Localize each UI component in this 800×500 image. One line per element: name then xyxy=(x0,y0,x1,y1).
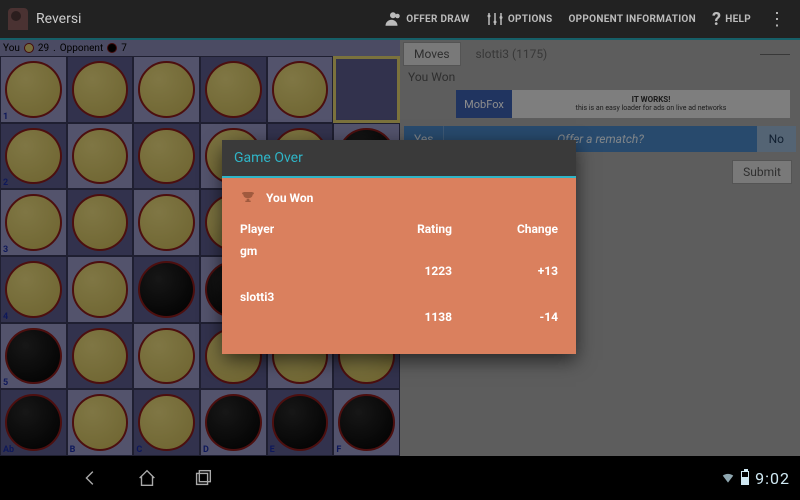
dialog-title: Game Over xyxy=(222,140,576,176)
player-rating: 1138 xyxy=(346,310,452,324)
table-header: Player Rating Change xyxy=(240,222,558,236)
dialog-body: You Won Player Rating Change gm 1223 +13… xyxy=(222,178,576,354)
player-change: +13 xyxy=(452,264,558,278)
usb-icon xyxy=(701,471,715,485)
battery-icon xyxy=(741,471,749,485)
status-tray: 9:02 xyxy=(681,469,800,488)
game-over-dialog: Game Over You Won Player Rating Change g… xyxy=(222,140,576,354)
question-icon: ? xyxy=(712,9,721,30)
clock: 9:02 xyxy=(755,469,790,488)
nav-buttons xyxy=(80,467,214,489)
table-row: slotti3 1138 -14 xyxy=(240,290,558,324)
app-bar: Reversi OFFER DRAW OPTIONS OPPONENT INFO… xyxy=(0,0,800,38)
app-title: Reversi xyxy=(36,11,81,27)
player-change: -14 xyxy=(452,310,558,324)
table-row: gm 1223 +13 xyxy=(240,244,558,278)
overflow-menu-button[interactable]: ⋮ xyxy=(762,9,792,30)
options-button[interactable]: OPTIONS xyxy=(481,10,558,28)
system-bar: 9:02 xyxy=(0,456,800,500)
back-button[interactable] xyxy=(80,467,102,489)
player-name: gm xyxy=(240,244,558,258)
dialog-result-row: You Won xyxy=(240,190,558,206)
offer-draw-button[interactable]: OFFER DRAW xyxy=(379,10,475,28)
options-label: OPTIONS xyxy=(508,14,553,25)
trophy-icon xyxy=(240,190,256,206)
action-bar: OFFER DRAW OPTIONS OPPONENT INFORMATION … xyxy=(379,9,792,30)
th-rating: Rating xyxy=(346,222,452,236)
home-button[interactable] xyxy=(136,467,158,489)
offer-draw-label: OFFER DRAW xyxy=(406,14,470,25)
player-rating: 1223 xyxy=(346,264,452,278)
dialog-result-text: You Won xyxy=(266,191,313,205)
th-change: Change xyxy=(452,222,558,236)
help-label: HELP xyxy=(725,14,751,25)
sliders-icon xyxy=(486,10,504,28)
download-icon xyxy=(681,471,695,485)
opponent-info-button[interactable]: OPPONENT INFORMATION xyxy=(563,14,701,25)
opponent-info-label: OPPONENT INFORMATION xyxy=(568,14,696,25)
help-button[interactable]: ? HELP xyxy=(707,9,756,30)
handshake-icon xyxy=(384,10,402,28)
app-logo-icon xyxy=(8,8,28,30)
wifi-icon xyxy=(721,471,735,485)
th-player: Player xyxy=(240,222,346,236)
recents-button[interactable] xyxy=(192,467,214,489)
player-name: slotti3 xyxy=(240,290,558,304)
